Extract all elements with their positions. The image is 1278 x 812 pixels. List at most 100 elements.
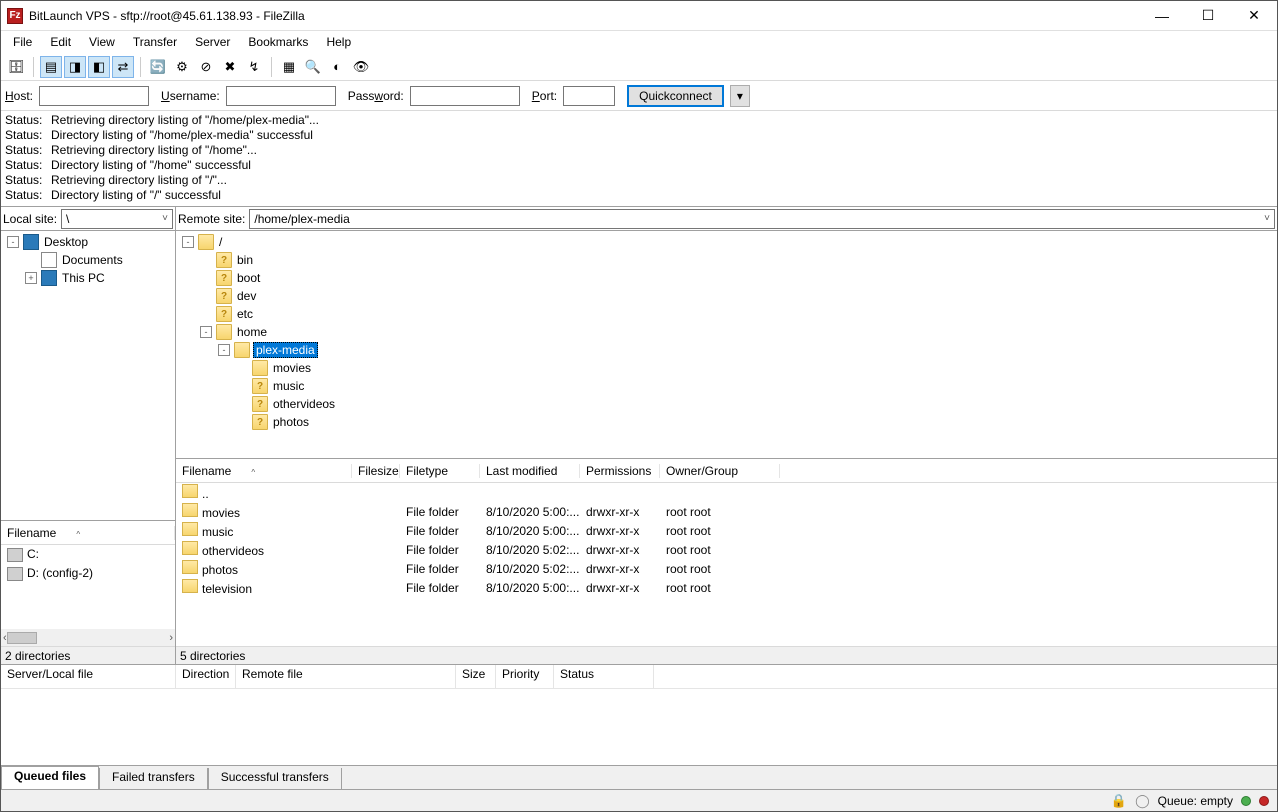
tree-label[interactable]: etc: [235, 307, 255, 321]
tree-node[interactable]: othervideos: [178, 395, 1275, 413]
tree-node[interactable]: dev: [178, 287, 1275, 305]
globe-icon[interactable]: ◯: [1135, 793, 1150, 809]
close-button[interactable]: ✕: [1231, 1, 1277, 31]
tree-label[interactable]: plex-media: [253, 342, 318, 358]
table-row[interactable]: moviesFile folder8/10/2020 5:00:...drwxr…: [176, 502, 1277, 521]
tree-label[interactable]: Documents: [60, 253, 125, 267]
tree-node[interactable]: photos: [178, 413, 1275, 431]
local-col-filename[interactable]: Filename^: [1, 526, 175, 540]
tree-label[interactable]: bin: [235, 253, 255, 267]
menu-bookmarks[interactable]: Bookmarks: [240, 33, 316, 51]
username-input[interactable]: [226, 86, 336, 106]
menu-help[interactable]: Help: [318, 33, 359, 51]
quickconnect-dropdown[interactable]: ▾: [730, 85, 750, 107]
tree-node[interactable]: boot: [178, 269, 1275, 287]
queue-col-serverlocalfile[interactable]: Server/Local file: [1, 665, 176, 688]
tree-label[interactable]: othervideos: [271, 397, 337, 411]
tab-queued-files[interactable]: Queued files: [1, 766, 99, 789]
tree-label[interactable]: dev: [235, 289, 258, 303]
disconnect-icon[interactable]: ✖: [219, 56, 241, 78]
compare-icon[interactable]: ◐: [326, 56, 348, 78]
remote-site-input[interactable]: /home/plex-media ˅: [249, 209, 1275, 229]
menu-transfer[interactable]: Transfer: [125, 33, 185, 51]
scroll-thumb[interactable]: [7, 632, 37, 644]
column-lastmodified[interactable]: Last modified: [480, 464, 580, 478]
site-manager-icon[interactable]: 🗄: [5, 56, 27, 78]
column-filename[interactable]: Filename^: [176, 464, 352, 478]
collapse-icon[interactable]: -: [218, 344, 230, 356]
sync-browse-icon[interactable]: 👁: [350, 56, 372, 78]
processing-icon[interactable]: ⚙: [171, 56, 193, 78]
menu-server[interactable]: Server: [187, 33, 238, 51]
tree-label[interactable]: This PC: [60, 271, 107, 285]
minimize-button[interactable]: —: [1139, 1, 1185, 31]
collapse-icon[interactable]: -: [182, 236, 194, 248]
reconnect-icon[interactable]: ↯: [243, 56, 265, 78]
refresh-icon[interactable]: 🔄: [147, 56, 169, 78]
table-row[interactable]: othervideosFile folder8/10/2020 5:02:...…: [176, 540, 1277, 559]
password-input[interactable]: [410, 86, 520, 106]
queue-col-size[interactable]: Size: [456, 665, 496, 688]
queue-header[interactable]: Server/Local fileDirectionRemote fileSiz…: [1, 665, 1277, 689]
tree-label[interactable]: movies: [271, 361, 313, 375]
host-input[interactable]: [39, 86, 149, 106]
tree-node[interactable]: Documents: [3, 251, 173, 269]
chevron-down-icon[interactable]: ˅: [162, 213, 168, 224]
column-ownergroup[interactable]: Owner/Group: [660, 464, 780, 478]
cancel-icon[interactable]: ⊘: [195, 56, 217, 78]
queue-col-priority[interactable]: Priority: [496, 665, 554, 688]
table-row[interactable]: televisionFile folder8/10/2020 5:00:...d…: [176, 578, 1277, 597]
tree-node[interactable]: - home: [178, 323, 1275, 341]
tree-label[interactable]: home: [235, 325, 269, 339]
remote-tree[interactable]: -/binbootdevetc-home-plex-mediamoviesmus…: [176, 231, 1277, 459]
toggle-queue-icon[interactable]: ⇄: [112, 56, 134, 78]
port-input[interactable]: [563, 86, 615, 106]
tree-node[interactable]: movies: [178, 359, 1275, 377]
remote-list-header[interactable]: Filename^FilesizeFiletypeLast modifiedPe…: [176, 459, 1277, 483]
lock-icon[interactable]: 🔒: [1111, 793, 1127, 809]
tree-label[interactable]: /: [217, 235, 224, 249]
table-row[interactable]: ..: [176, 483, 1277, 502]
tree-node[interactable]: -Desktop: [3, 233, 173, 251]
queue-col-status[interactable]: Status: [554, 665, 654, 688]
column-filetype[interactable]: Filetype: [400, 464, 480, 478]
tree-node[interactable]: etc: [178, 305, 1275, 323]
local-list-body[interactable]: C:D: (config-2): [1, 545, 175, 629]
collapse-icon[interactable]: -: [200, 326, 212, 338]
toggle-remote-tree-icon[interactable]: ◧: [88, 56, 110, 78]
tree-node[interactable]: music: [178, 377, 1275, 395]
local-list-header[interactable]: Filename^: [1, 521, 175, 545]
column-permissions[interactable]: Permissions: [580, 464, 660, 478]
local-tree[interactable]: -Desktop Documents + This PC: [1, 231, 175, 521]
column-filesize[interactable]: Filesize: [352, 464, 400, 478]
local-site-input[interactable]: \ ˅: [61, 209, 173, 229]
tree-node[interactable]: - plex-media: [178, 341, 1275, 359]
tree-label[interactable]: boot: [235, 271, 262, 285]
tab-successful-transfers[interactable]: Successful transfers: [208, 768, 342, 789]
menu-view[interactable]: View: [81, 33, 123, 51]
queue-body[interactable]: [1, 689, 1277, 765]
menu-edit[interactable]: Edit: [42, 33, 79, 51]
list-item[interactable]: C:: [1, 545, 175, 564]
tree-label[interactable]: Desktop: [42, 235, 90, 249]
expand-icon[interactable]: +: [25, 272, 37, 284]
tree-node[interactable]: + This PC: [3, 269, 173, 287]
scroll-right-icon[interactable]: ›: [169, 632, 173, 644]
table-row[interactable]: musicFile folder8/10/2020 5:00:...drwxr-…: [176, 521, 1277, 540]
quickconnect-button[interactable]: Quickconnect: [627, 85, 724, 107]
chevron-down-icon[interactable]: ˅: [1264, 213, 1270, 224]
tree-label[interactable]: music: [271, 379, 306, 393]
toggle-log-icon[interactable]: ▤: [40, 56, 62, 78]
local-hscroll[interactable]: ‹ ›: [1, 629, 175, 646]
filter-icon[interactable]: ▦: [278, 56, 300, 78]
maximize-button[interactable]: ☐: [1185, 1, 1231, 31]
list-item[interactable]: D: (config-2): [1, 564, 175, 583]
log-pane[interactable]: Status:Retrieving directory listing of "…: [1, 111, 1277, 207]
queue-col-direction[interactable]: Direction: [176, 665, 236, 688]
search-icon[interactable]: 🔍: [302, 56, 324, 78]
table-row[interactable]: photosFile folder8/10/2020 5:02:...drwxr…: [176, 559, 1277, 578]
tree-node[interactable]: bin: [178, 251, 1275, 269]
tab-failed-transfers[interactable]: Failed transfers: [99, 768, 208, 789]
tree-node[interactable]: -/: [178, 233, 1275, 251]
tree-label[interactable]: photos: [271, 415, 311, 429]
